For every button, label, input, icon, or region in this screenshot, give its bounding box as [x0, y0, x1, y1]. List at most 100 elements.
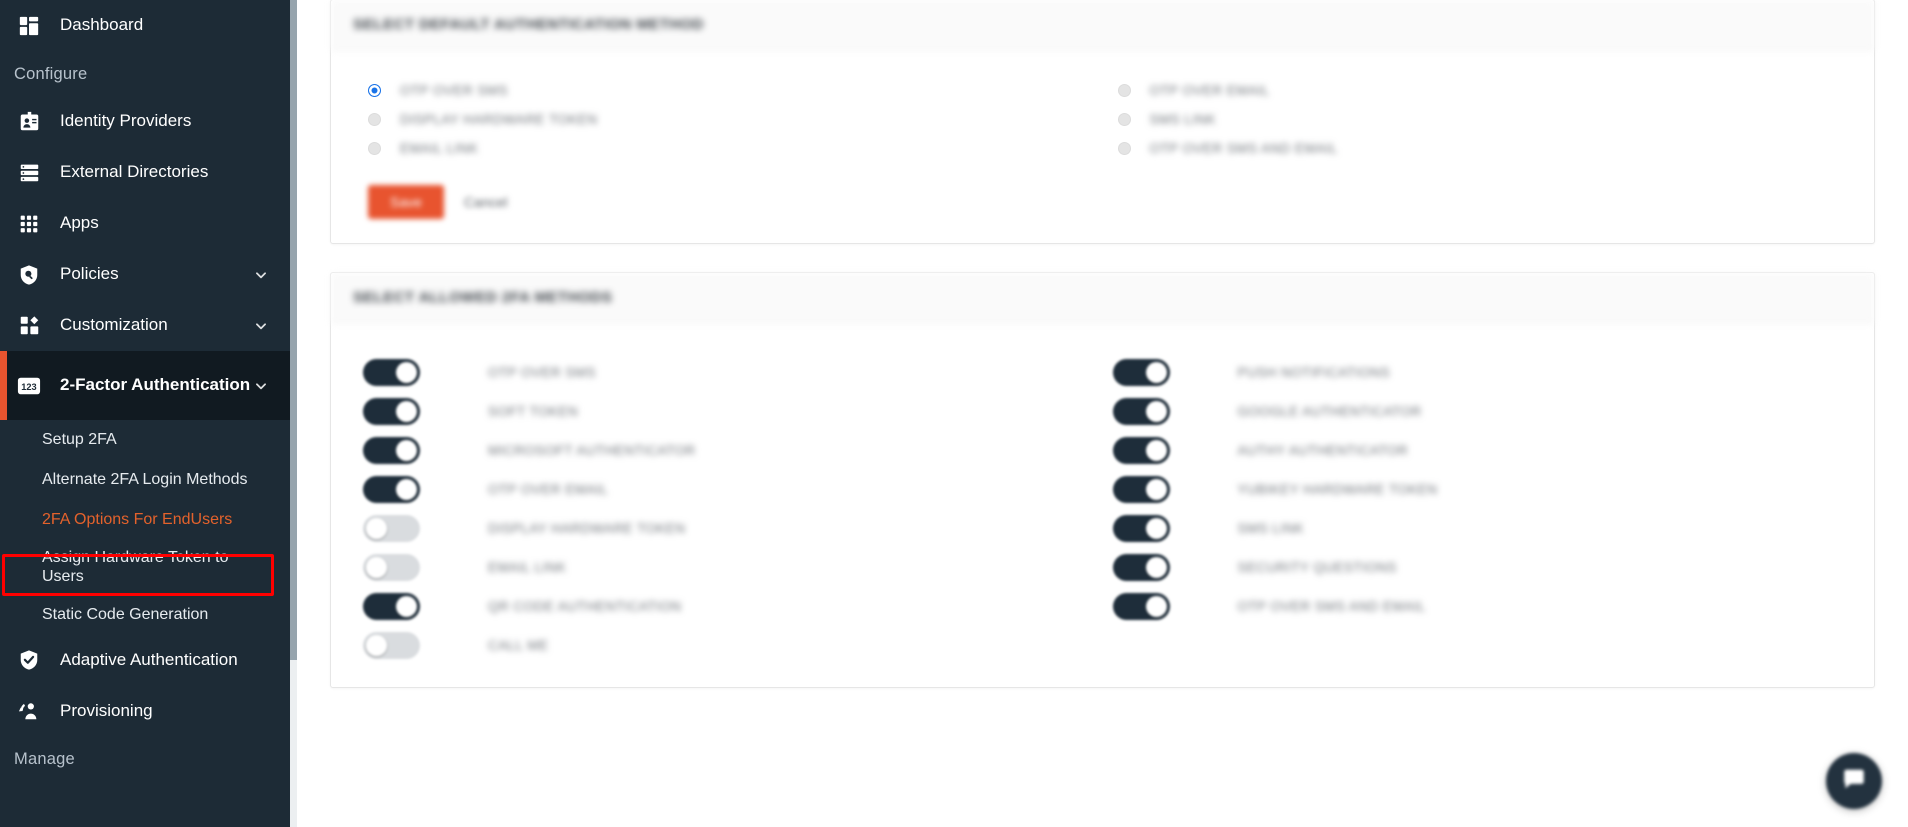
sidebar-scrollbar-thumb[interactable]: [290, 0, 297, 660]
default-auth-actions: Save Cancel: [353, 163, 1852, 221]
toggle-switch[interactable]: [1112, 437, 1170, 464]
toggle-switch[interactable]: [363, 515, 420, 542]
sidebar-section-manage: Manage: [14, 750, 75, 769]
radio-option-row[interactable]: EMAIL LINK: [353, 134, 1103, 163]
sidebar-item-customization[interactable]: Customization: [0, 300, 290, 351]
toggle-knob: [396, 401, 417, 422]
toggle-row: GOOGLE AUTHENTICATOR: [1103, 392, 1853, 431]
chat-widget-button[interactable]: [1826, 753, 1882, 809]
chevron-down-icon[interactable]: [254, 379, 268, 393]
sidebar-section-configure: Configure: [14, 65, 88, 83]
sidebar-item-label: Adaptive Authentication: [60, 649, 238, 669]
sidebar-subitem-2fa-options-for-endusers[interactable]: 2FA Options For EndUsers: [0, 500, 290, 540]
toggle-label: CALL ME: [488, 638, 549, 653]
toggle-knob: [1145, 596, 1167, 617]
toggle-row: OTP OVER EMAIL: [353, 470, 1103, 509]
toggle-switch[interactable]: [1112, 476, 1170, 503]
sidebar-subitem-label: Alternate 2FA Login Methods: [42, 471, 248, 489]
sidebar-subitem-label: 2FA Options For EndUsers: [42, 511, 233, 529]
toggle-label: PUSH NOTIFICATIONS: [1237, 365, 1391, 380]
radio-option-row[interactable]: OTP OVER SMS AND EMAIL: [1103, 134, 1853, 163]
toggle-label: MICROSOFT AUTHENTICATOR: [488, 443, 696, 458]
toggle-knob: [396, 479, 417, 500]
toggle-switch[interactable]: [363, 359, 420, 386]
sidebar-item-provisioning[interactable]: Provisioning: [0, 685, 290, 736]
toggle-switch[interactable]: [363, 632, 420, 659]
sidebar-item-dashboard[interactable]: Dashboard: [0, 0, 290, 51]
toggle-switch[interactable]: [363, 398, 420, 425]
save-button[interactable]: Save: [368, 185, 444, 219]
radio-button[interactable]: [368, 84, 381, 97]
radio-option-row[interactable]: OTP OVER SMS: [353, 76, 1103, 105]
toggle-knob: [396, 596, 417, 617]
toggle-switch[interactable]: [363, 593, 420, 620]
cancel-button[interactable]: Cancel: [464, 194, 508, 210]
toggle-label: OTP OVER SMS: [488, 365, 596, 380]
radio-button[interactable]: [1117, 84, 1131, 97]
toggle-switch[interactable]: [363, 476, 420, 503]
sidebar-subitem-assign-hardware-token-to-users[interactable]: Assign Hardware Token to Users: [0, 540, 290, 594]
default-auth-right-column: OTP OVER EMAIL SMS LINK OTP OVER SMS AND…: [1103, 76, 1853, 163]
numeric-123-icon: 123: [14, 373, 44, 399]
card-title-default-auth-method: SELECT DEFAULT AUTHENTICATION METHOD: [331, 0, 1874, 50]
sidebar-subitem-static-code-generation[interactable]: Static Code Generation: [0, 594, 290, 634]
card-spacer: [330, 244, 1875, 272]
toggle-row: EMAIL LINK: [353, 548, 1103, 587]
allowed-2fa-toggle-columns: OTP OVER SMS SOFT TOKEN MICROSOFT AUTHEN…: [353, 353, 1852, 665]
toggle-switch[interactable]: [1112, 398, 1170, 425]
sidebar-item-apps[interactable]: Apps: [0, 198, 290, 249]
toggle-label: QR CODE AUTHENTICATION: [488, 599, 682, 614]
toggle-label: OTP OVER SMS AND EMAIL: [1237, 599, 1426, 614]
radio-button[interactable]: [1117, 142, 1131, 155]
sidebar-item-external-directories[interactable]: External Directories: [0, 147, 290, 198]
chat-bubble-icon: [1841, 766, 1867, 797]
chevron-down-icon[interactable]: [254, 319, 268, 333]
toggle-row: MICROSOFT AUTHENTICATOR: [353, 431, 1103, 470]
toggle-label: DISPLAY HARDWARE TOKEN: [488, 521, 686, 536]
sidebar-item-2fa[interactable]: 123 2-Factor Authentication: [0, 351, 290, 420]
allowed-2fa-left-column: OTP OVER SMS SOFT TOKEN MICROSOFT AUTHEN…: [353, 353, 1103, 665]
toggle-row: OTP OVER SMS: [353, 353, 1103, 392]
sidebar-subitem-label: Assign Hardware Token to Users: [42, 549, 229, 586]
toggle-knob: [366, 557, 387, 578]
radio-button[interactable]: [368, 113, 381, 126]
toggle-knob: [1145, 479, 1167, 500]
card-title-allowed-2fa-methods: SELECT ALLOWED 2FA METHODS: [331, 273, 1874, 323]
app-root: Dashboard Configure Identity Providers E…: [0, 0, 1908, 827]
toggle-label: EMAIL LINK: [488, 560, 567, 575]
toggle-row: SECURITY QUESTIONS: [1103, 548, 1853, 587]
toggle-switch[interactable]: [1112, 554, 1170, 581]
directory-icon: [14, 160, 44, 186]
sidebar-subitem-alternate-2fa-login-methods[interactable]: Alternate 2FA Login Methods: [0, 460, 290, 500]
provisioning-icon: [14, 698, 44, 724]
sidebar-item-adaptive-authentication[interactable]: Adaptive Authentication: [0, 634, 290, 685]
sidebar-item-policies[interactable]: Policies: [0, 249, 290, 300]
radio-option-row[interactable]: DISPLAY HARDWARE TOKEN: [353, 105, 1103, 134]
toggle-row: SOFT TOKEN: [353, 392, 1103, 431]
toggle-switch[interactable]: [1112, 593, 1170, 620]
toggle-switch[interactable]: [1112, 515, 1170, 542]
radio-button[interactable]: [368, 142, 381, 155]
radio-button[interactable]: [1117, 113, 1131, 126]
toggle-switch[interactable]: [1112, 359, 1170, 386]
toggle-row: OTP OVER SMS AND EMAIL: [1103, 587, 1853, 626]
toggle-knob: [396, 440, 417, 461]
allowed-2fa-methods-body: OTP OVER SMS SOFT TOKEN MICROSOFT AUTHEN…: [331, 323, 1874, 687]
toggle-row: CALL ME: [353, 626, 1103, 665]
id-card-icon: [14, 109, 44, 135]
toggle-row: DISPLAY HARDWARE TOKEN: [353, 509, 1103, 548]
radio-option-label: OTP OVER SMS AND EMAIL: [1149, 141, 1338, 156]
toggle-switch[interactable]: [363, 554, 420, 581]
toggle-switch[interactable]: [363, 437, 420, 464]
sidebar-subitem-setup-2fa[interactable]: Setup 2FA: [0, 420, 290, 460]
sidebar-item-identity-providers[interactable]: Identity Providers: [0, 96, 290, 147]
radio-option-row[interactable]: OTP OVER EMAIL: [1103, 76, 1853, 105]
sidebar-item-label: Policies: [60, 264, 119, 284]
default-auth-method-body: OTP OVER SMS DISPLAY HARDWARE TOKEN EMAI…: [331, 50, 1874, 243]
radio-option-row[interactable]: SMS LINK: [1103, 105, 1853, 134]
chevron-down-icon[interactable]: [254, 268, 268, 282]
toggle-label: AUTHY AUTHENTICATOR: [1237, 443, 1409, 458]
toggle-row: QR CODE AUTHENTICATION: [353, 587, 1103, 626]
allowed-2fa-right-column: PUSH NOTIFICATIONS GOOGLE AUTHENTICATOR …: [1103, 353, 1853, 665]
sidebar-item-label: Apps: [60, 213, 99, 233]
